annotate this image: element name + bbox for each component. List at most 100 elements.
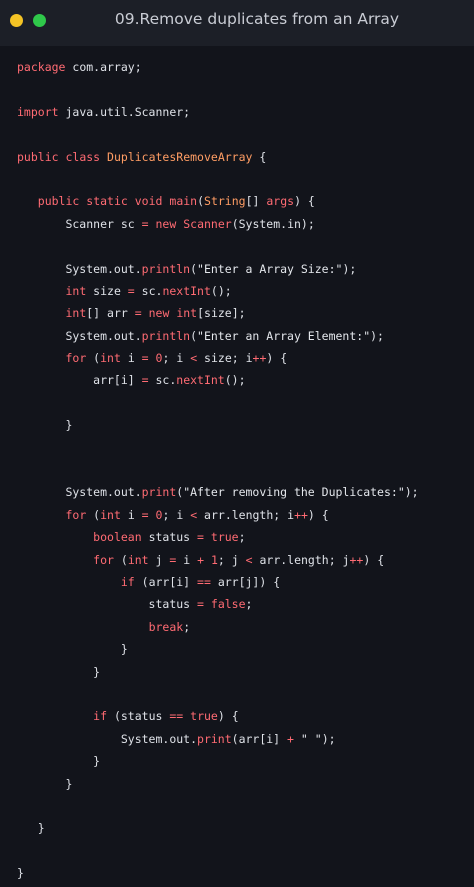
- code-token: =: [134, 306, 142, 321]
- code-line: int[] arr = new int[size];: [17, 302, 419, 324]
- code-token: int: [127, 552, 149, 567]
- code-token: [size];: [197, 306, 246, 321]
- code-token: =: [141, 351, 149, 366]
- code-token: " ": [300, 731, 322, 746]
- code-token: new: [148, 306, 170, 321]
- code-token: if: [120, 574, 135, 589]
- code-token: ) {: [266, 351, 288, 366]
- code-token: print: [141, 485, 177, 500]
- code-token: ; i: [162, 507, 191, 522]
- code-token: sc.: [134, 283, 163, 298]
- code-token: arr.length; i: [197, 507, 295, 522]
- code-token: size; i: [197, 351, 253, 366]
- code-line: for (int i = 0; i < arr.length; i++) {: [17, 504, 419, 526]
- code-token: arr.length; j: [252, 552, 350, 567]
- code-token: args: [266, 194, 295, 209]
- code-token: =: [141, 507, 149, 522]
- code-line: for (int i = 0; i < size; i++) {: [17, 347, 419, 369]
- code-token: j: [148, 552, 170, 567]
- code-token: (: [113, 552, 128, 567]
- code-token: []: [245, 194, 267, 209]
- code-token: (: [197, 194, 205, 209]
- code-token: =: [141, 216, 149, 231]
- code-token: for: [65, 351, 87, 366]
- code-token: int: [65, 283, 87, 298]
- code-token: ++: [349, 552, 364, 567]
- code-token: {: [252, 149, 267, 164]
- code-token: "After removing the Duplicates:": [183, 485, 405, 500]
- code-token: =: [197, 530, 204, 545]
- code-line: System.out.print("After removing the Dup…: [17, 481, 418, 503]
- code-token: nextInt: [162, 283, 211, 298]
- code-line: }: [17, 661, 419, 683]
- code-token: +: [197, 552, 205, 567]
- code-token: (System.in);: [231, 216, 315, 231]
- code-token: }: [17, 866, 24, 881]
- code-token: ;: [183, 619, 191, 634]
- code-token: +: [287, 731, 294, 746]
- code-token: arr[j]) {: [210, 574, 281, 589]
- code-token: i: [120, 507, 142, 522]
- code-token: );: [370, 328, 384, 343]
- code-token: import: [17, 104, 59, 119]
- code-token: System.out.: [17, 485, 142, 500]
- code-line: arr[i] = sc.nextInt();: [17, 369, 419, 391]
- code-token: (arr[i]: [231, 731, 288, 746]
- code-token: System.out.: [17, 731, 198, 746]
- code-line: boolean status = true;: [17, 526, 419, 548]
- code-line: public static void main(String[] args) {: [17, 190, 419, 212]
- code-token: ;: [238, 530, 246, 545]
- code-token: }: [17, 642, 128, 657]
- code-token: System.out.: [17, 261, 142, 276]
- code-token: public: [37, 194, 80, 209]
- code-token: [] arr: [86, 306, 135, 321]
- code-token: java.util.Scanner;: [58, 104, 191, 119]
- code-token: true: [210, 530, 239, 545]
- code-token: true: [190, 709, 218, 724]
- code-token: for: [65, 507, 87, 522]
- code-token: =: [127, 283, 135, 298]
- code-token: =: [197, 597, 204, 612]
- code-token: nextInt: [176, 373, 225, 388]
- code-token: 1: [210, 552, 218, 567]
- code-editor[interactable]: package com.array; import java.util.Scan…: [17, 56, 419, 884]
- code-token: ();: [224, 373, 246, 388]
- code-token: (: [190, 328, 198, 343]
- code-line: package com.array;: [17, 56, 419, 78]
- code-line: }: [17, 862, 419, 884]
- code-token: "Enter a Array Size:": [197, 261, 343, 276]
- code-token: (: [86, 507, 101, 522]
- code-token: ;: [245, 597, 253, 612]
- window-title: 09.Remove duplicates from an Array: [114, 10, 400, 28]
- code-line: }: [17, 773, 419, 795]
- code-line: break;: [17, 616, 419, 638]
- code-token: int: [176, 306, 198, 321]
- code-token: ) {: [363, 552, 385, 567]
- code-line: if (status == true) {: [17, 705, 419, 727]
- code-line: public class DuplicatesRemoveArray {: [17, 146, 419, 168]
- code-token: Scanner sc: [17, 216, 142, 231]
- code-token: println: [141, 328, 191, 343]
- code-token: print: [197, 731, 232, 746]
- code-token: public: [17, 149, 59, 164]
- code-token: ) {: [217, 709, 239, 724]
- code-token: }: [17, 664, 101, 679]
- code-token: i: [176, 552, 198, 567]
- code-line: import java.util.Scanner;: [17, 101, 419, 123]
- code-token: DuplicatesRemoveArray: [107, 149, 253, 164]
